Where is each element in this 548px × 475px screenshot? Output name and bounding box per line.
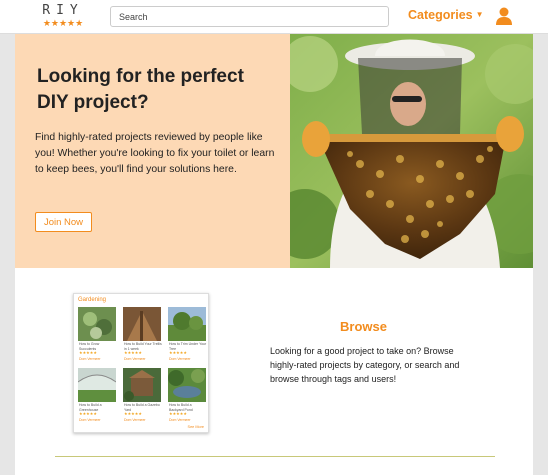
project-author[interactable]: Dom Vermeer [79,357,101,361]
project-card[interactable]: How to Build a Gazebo Yard ★★★★★ Dom Ver… [123,368,161,425]
project-thumbnail [168,368,206,402]
rating-stars: ★★★★★ [169,350,187,355]
page-content: Looking for the perfect DIY project? Fin… [15,34,533,475]
search-input[interactable] [110,6,389,27]
section-divider [55,456,495,457]
rating-stars: ★★★★★ [124,411,142,416]
project-thumbnail [123,368,161,402]
rating-stars: ★★★★★ [79,350,97,355]
project-card[interactable]: How to Build a Backyard Pond ★★★★★ Dom V… [168,368,206,425]
hero-beekeeper-image [290,34,533,268]
hero-section: Looking for the perfect DIY project? Fin… [15,34,533,268]
see-more-link[interactable]: See More [188,425,204,429]
logo-stars: ★★★★★ [42,18,84,28]
category-preview-card[interactable]: Gardening How to Grow Succulents ★★★★★ D… [73,293,209,433]
project-author[interactable]: Dom Vermeer [169,418,191,422]
preview-category-title: Gardening [78,297,107,303]
browse-description: Looking for a good project to take on? B… [270,346,460,384]
user-icon[interactable] [494,6,514,26]
project-author[interactable]: Dom Vermeer [124,418,146,422]
project-thumbnail [123,307,161,341]
caret-down-icon: ▼ [475,10,484,19]
categories-label: Categories [408,8,473,22]
join-now-button[interactable]: Join Now [35,212,92,232]
project-thumbnail [78,368,116,402]
categories-dropdown[interactable]: Categories ▼ [408,8,484,22]
project-thumbnail [168,307,206,341]
project-card[interactable]: How to Trim Under Your Tree ★★★★★ Dom Ve… [168,307,206,364]
project-card[interactable]: How to Grow Succulents ★★★★★ Dom Vermeer [78,307,116,364]
project-author[interactable]: Dom Vermeer [79,418,101,422]
rating-stars: ★★★★★ [169,411,187,416]
project-thumbnail [78,307,116,341]
hero-title: Looking for the perfect DIY project? [37,66,244,113]
project-card[interactable]: How to Build a Greenhouse ★★★★★ Dom Verm… [78,368,116,425]
project-author[interactable]: Dom Vermeer [169,357,191,361]
rating-stars: ★★★★★ [124,350,142,355]
logo-text: RIY [42,3,84,18]
site-logo[interactable]: RIY ★★★★★ [38,4,88,30]
project-author[interactable]: Dom Vermeer [124,357,146,361]
hero-description: Find highly-rated projects reviewed by p… [35,132,275,175]
rating-stars: ★★★★★ [79,411,97,416]
browse-heading: Browse [340,319,387,334]
project-card[interactable]: How to Build Your Trellis in 1 week ★★★★… [123,307,162,364]
top-nav-bar: RIY ★★★★★ Categories▼ [0,0,548,34]
